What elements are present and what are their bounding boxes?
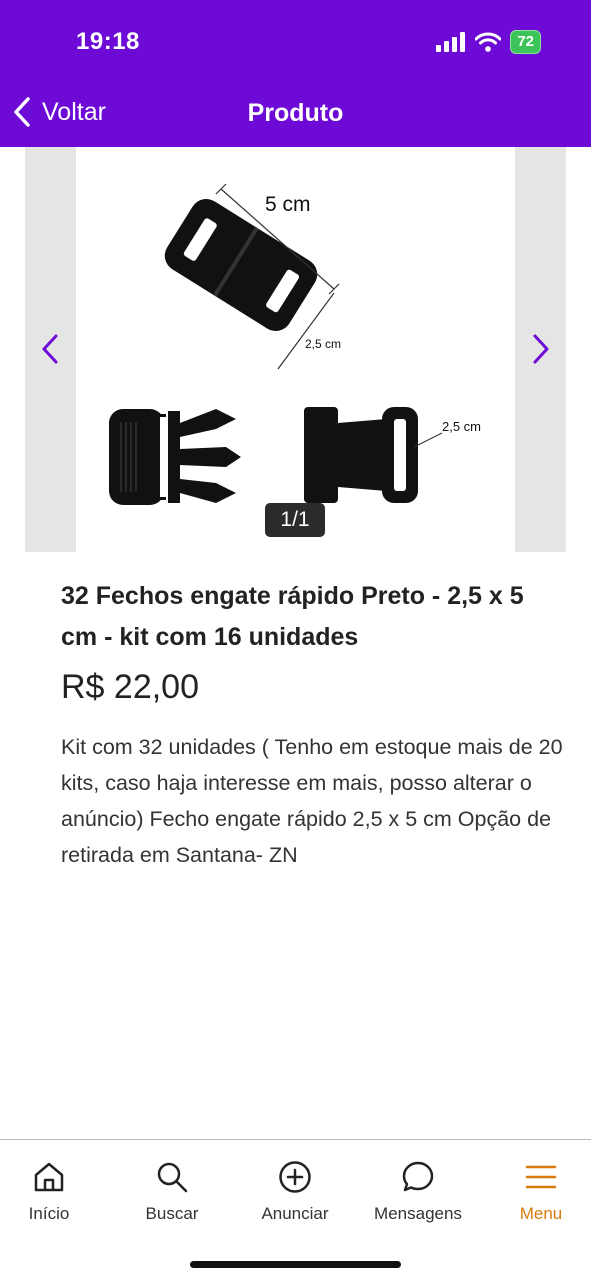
status-icons: 72 xyxy=(436,30,541,54)
product-price: R$ 22,00 xyxy=(61,668,199,706)
tab-label: Anunciar xyxy=(261,1204,329,1223)
home-icon xyxy=(34,1162,64,1192)
chat-bubble-icon xyxy=(402,1161,434,1192)
tab-menu[interactable]: Menu xyxy=(486,1160,591,1224)
tab-anunciar[interactable]: Anunciar xyxy=(240,1160,350,1224)
signal-icon xyxy=(436,32,466,52)
chevron-left-icon xyxy=(42,334,58,364)
gallery-counter: 1/1 xyxy=(265,503,325,537)
product-image[interactable]: 5 cm 2,5 cm 2,5 cm xyxy=(76,147,515,552)
image-gallery: 5 cm 2,5 cm 2,5 cm 1/1 xyxy=(25,147,566,552)
gallery-prev-button[interactable] xyxy=(30,327,70,371)
search-icon xyxy=(157,1162,188,1193)
wifi-icon xyxy=(475,32,502,52)
bottom-tab-bar: Início Buscar Anunciar Mensagens Menu xyxy=(0,1139,591,1280)
plus-circle-icon xyxy=(279,1161,311,1193)
app-header: 19:18 72 Voltar Produto xyxy=(0,0,591,147)
buckle-illustration: 5 cm 2,5 cm 2,5 cm xyxy=(109,183,481,505)
tab-label: Início xyxy=(28,1204,70,1223)
home-indicator xyxy=(190,1261,401,1268)
status-time: 19:18 xyxy=(76,28,140,55)
battery-badge: 72 xyxy=(510,30,541,54)
dimension-width-top-label: 2,5 cm xyxy=(305,337,341,351)
gallery-next-button[interactable] xyxy=(521,327,561,371)
tab-label: Mensagens xyxy=(374,1204,462,1223)
tab-mensagens[interactable]: Mensagens xyxy=(363,1160,473,1224)
tab-inicio[interactable]: Início xyxy=(0,1160,104,1224)
tab-label: Buscar xyxy=(145,1204,199,1223)
page-title: Produto xyxy=(247,99,344,127)
product-title: 32 Fechos engate rápido Preto - 2,5 x 5 … xyxy=(61,582,524,651)
dimension-width-side-label: 2,5 cm xyxy=(442,419,481,434)
chevron-right-icon xyxy=(533,334,549,364)
hamburger-menu-icon xyxy=(525,1165,557,1189)
product-description: Kit com 32 unidades ( Tenho em estoque m… xyxy=(61,735,563,867)
tab-label: Menu xyxy=(519,1204,563,1223)
dimension-length-label: 5 cm xyxy=(265,193,311,216)
tab-buscar[interactable]: Buscar xyxy=(117,1160,227,1224)
